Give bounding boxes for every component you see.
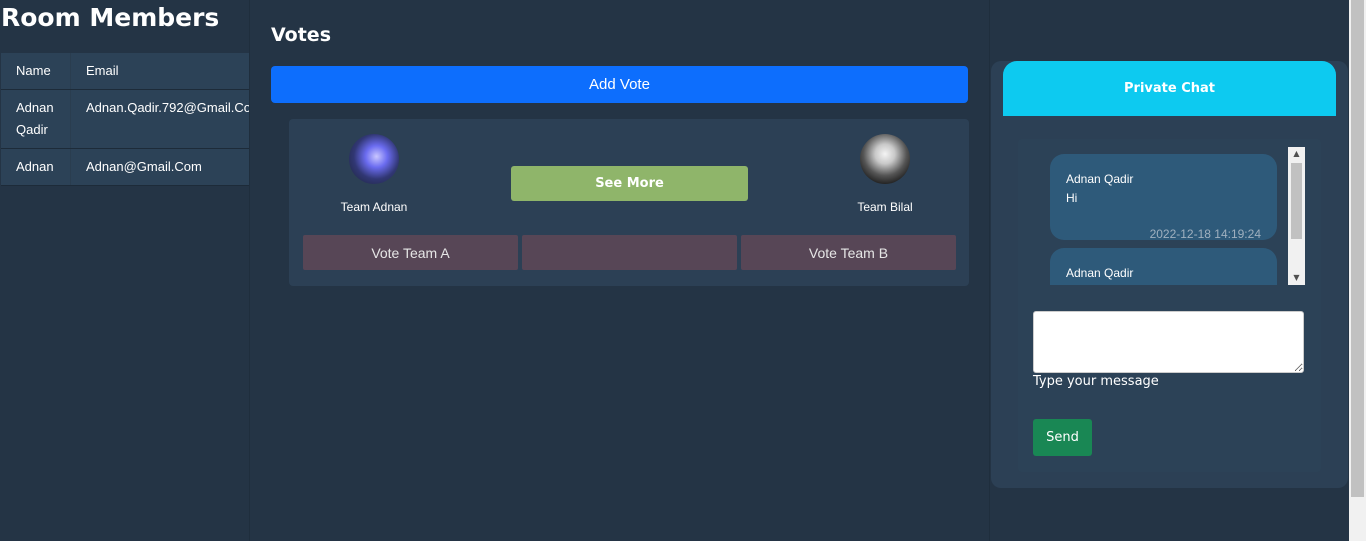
- vote-middle-button[interactable]: [522, 235, 737, 270]
- private-chat-panel: Private Chat Adnan Qadir Hi 2022-12-18 1…: [991, 61, 1348, 488]
- members-table: Name Email Adnan Qadir Adnan.Qadir.792@G…: [1, 53, 249, 186]
- scroll-thumb[interactable]: [1291, 163, 1302, 239]
- team-b-avatar: [860, 134, 910, 184]
- team-a-label: Team Adnan: [340, 200, 408, 214]
- team-b-label: Team Bilal: [857, 200, 913, 214]
- message-text: Hi: [1066, 191, 1078, 205]
- message-bubble: Adnan Qadir Hi 2022-12-18 14:19:24: [1050, 154, 1277, 241]
- vote-team-b-button[interactable]: Vote Team B: [741, 235, 956, 270]
- members-table-wrapper: Name Email Adnan Qadir Adnan.Qadir.792@G…: [1, 53, 249, 186]
- message-sender: Adnan Qadir: [1066, 266, 1134, 280]
- page-scroll-thumb[interactable]: [1351, 0, 1364, 497]
- table-row: Adnan Qadir Adnan.Qadir.792@Gmail.Com: [1, 89, 249, 149]
- message-sender: Adnan Qadir: [1066, 172, 1134, 186]
- private-chat-header: Private Chat: [1003, 61, 1336, 116]
- scroll-down-icon[interactable]: ▼: [1288, 271, 1305, 285]
- vote-card: Team Adnan See More Team Bilal Vote Team…: [289, 119, 969, 286]
- email-column-header: Email: [70, 53, 249, 90]
- votes-panel: Votes Add Vote Team Adnan See More Team …: [250, 0, 990, 541]
- message-input[interactable]: [1033, 311, 1304, 373]
- message-input-label: Type your message: [1033, 374, 1159, 389]
- message-list-scrollbar[interactable]: ▲ ▼: [1288, 147, 1305, 285]
- message-timestamp: 2022-12-18 14:19:24: [1149, 227, 1261, 241]
- room-members-panel: Room Members Name Email Adnan Qadir Adna…: [0, 0, 250, 541]
- table-header-row: Name Email: [1, 53, 249, 90]
- room-members-title: Room Members: [1, 3, 220, 32]
- votes-title: Votes: [271, 24, 331, 46]
- send-button[interactable]: Send: [1033, 419, 1092, 456]
- message-list[interactable]: Adnan Qadir Hi 2022-12-18 14:19:24 Adnan…: [1023, 147, 1305, 285]
- member-name: Adnan Qadir: [1, 89, 71, 149]
- scroll-up-icon[interactable]: ▲: [1288, 147, 1305, 161]
- member-email: Adnan@Gmail.Com: [70, 148, 249, 186]
- member-email: Adnan.Qadir.792@Gmail.Com: [70, 89, 249, 149]
- vote-team-a-button[interactable]: Vote Team A: [303, 235, 518, 270]
- member-name: Adnan: [1, 148, 71, 186]
- see-more-button[interactable]: See More: [511, 166, 748, 201]
- add-vote-button[interactable]: Add Vote: [271, 66, 968, 103]
- table-row: Adnan Adnan@Gmail.Com: [1, 148, 249, 186]
- message-bubble: Adnan Qadir: [1050, 248, 1277, 285]
- name-column-header: Name: [1, 53, 71, 90]
- team-a-avatar: [349, 134, 399, 184]
- chat-body: Adnan Qadir Hi 2022-12-18 14:19:24 Adnan…: [1018, 139, 1321, 472]
- page-scrollbar[interactable]: [1349, 0, 1366, 541]
